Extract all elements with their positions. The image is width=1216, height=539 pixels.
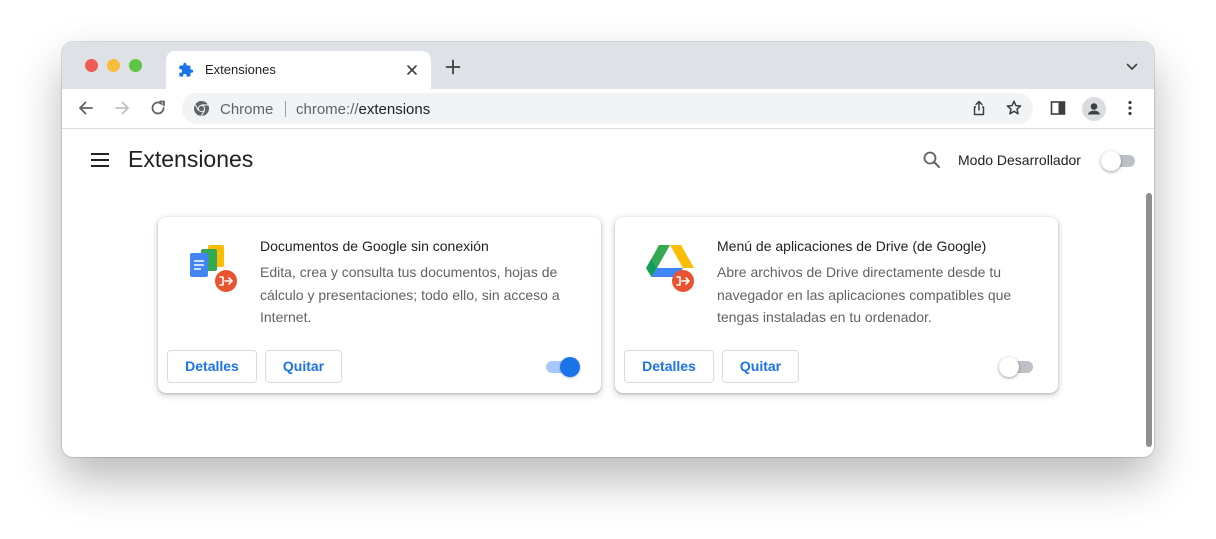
toggle-knob — [1101, 151, 1121, 171]
reload-icon[interactable] — [148, 98, 168, 118]
browser-window: Extensiones Chrome chrome://extensions E… — [62, 42, 1154, 457]
page-scrollbar[interactable] — [1146, 193, 1152, 447]
google-docs-offline-icon — [190, 245, 237, 292]
side-panel-icon[interactable] — [1048, 98, 1068, 118]
extension-card-docs-offline: Documentos de Google sin conexión Edita,… — [158, 217, 601, 393]
address-bar[interactable]: Chrome chrome://extensions — [182, 93, 1033, 124]
remove-button[interactable]: Quitar — [265, 350, 342, 383]
page-title: Extensiones — [128, 146, 254, 172]
omnibox-divider — [285, 101, 286, 117]
more-options-icon[interactable] — [1120, 98, 1140, 118]
extension-enable-toggle[interactable] — [544, 357, 580, 377]
tab-strip: Extensiones — [62, 42, 1154, 89]
hamburger-menu-icon[interactable] — [90, 152, 110, 168]
details-button[interactable]: Detalles — [167, 350, 257, 383]
close-tab-icon[interactable] — [403, 61, 421, 79]
extension-card-drive-launcher: Menú de aplicaciones de Drive (de Google… — [615, 217, 1058, 393]
minimize-window-button[interactable] — [107, 59, 120, 72]
tab-extensions[interactable]: Extensiones — [166, 51, 431, 89]
url-host: extensions — [358, 101, 431, 118]
new-tab-icon[interactable] — [445, 59, 461, 75]
browser-toolbar: Chrome chrome://extensions — [62, 89, 1154, 129]
developer-mode-label: Modo Desarrollador — [958, 152, 1081, 168]
site-chip: Chrome — [220, 101, 274, 118]
extension-name: Documentos de Google sin conexión — [260, 238, 489, 254]
toggle-knob — [560, 357, 580, 377]
url-scheme: chrome:// — [296, 101, 359, 118]
profile-avatar-icon[interactable] — [1082, 97, 1106, 121]
share-icon[interactable] — [970, 99, 988, 117]
forward-arrow-icon[interactable] — [112, 98, 132, 118]
developer-mode-toggle[interactable] — [1101, 151, 1137, 171]
extension-description: Abre archivos de Drive directamente desd… — [717, 264, 1012, 325]
close-window-button[interactable] — [85, 59, 98, 72]
chevron-down-icon[interactable] — [1126, 63, 1138, 71]
extension-enable-toggle[interactable] — [999, 357, 1035, 377]
search-icon[interactable] — [922, 150, 942, 170]
extension-name: Menú de aplicaciones de Drive (de Google… — [717, 238, 987, 254]
extensions-page: Extensiones Modo Desarrollador Documento… — [62, 129, 1154, 457]
tab-title: Extensiones — [205, 62, 276, 77]
google-drive-launcher-icon — [646, 245, 694, 292]
bookmark-star-icon[interactable] — [1005, 99, 1023, 117]
details-button[interactable]: Detalles — [624, 350, 714, 383]
remove-button[interactable]: Quitar — [722, 350, 799, 383]
extension-description: Edita, crea y consulta tus documentos, h… — [260, 264, 560, 325]
back-arrow-icon[interactable] — [76, 98, 96, 118]
url-text[interactable]: chrome://extensions — [296, 101, 430, 118]
puzzle-piece-icon — [179, 62, 194, 77]
maximize-window-button[interactable] — [129, 59, 142, 72]
toggle-knob — [999, 357, 1019, 377]
chrome-logo-icon — [194, 101, 209, 117]
